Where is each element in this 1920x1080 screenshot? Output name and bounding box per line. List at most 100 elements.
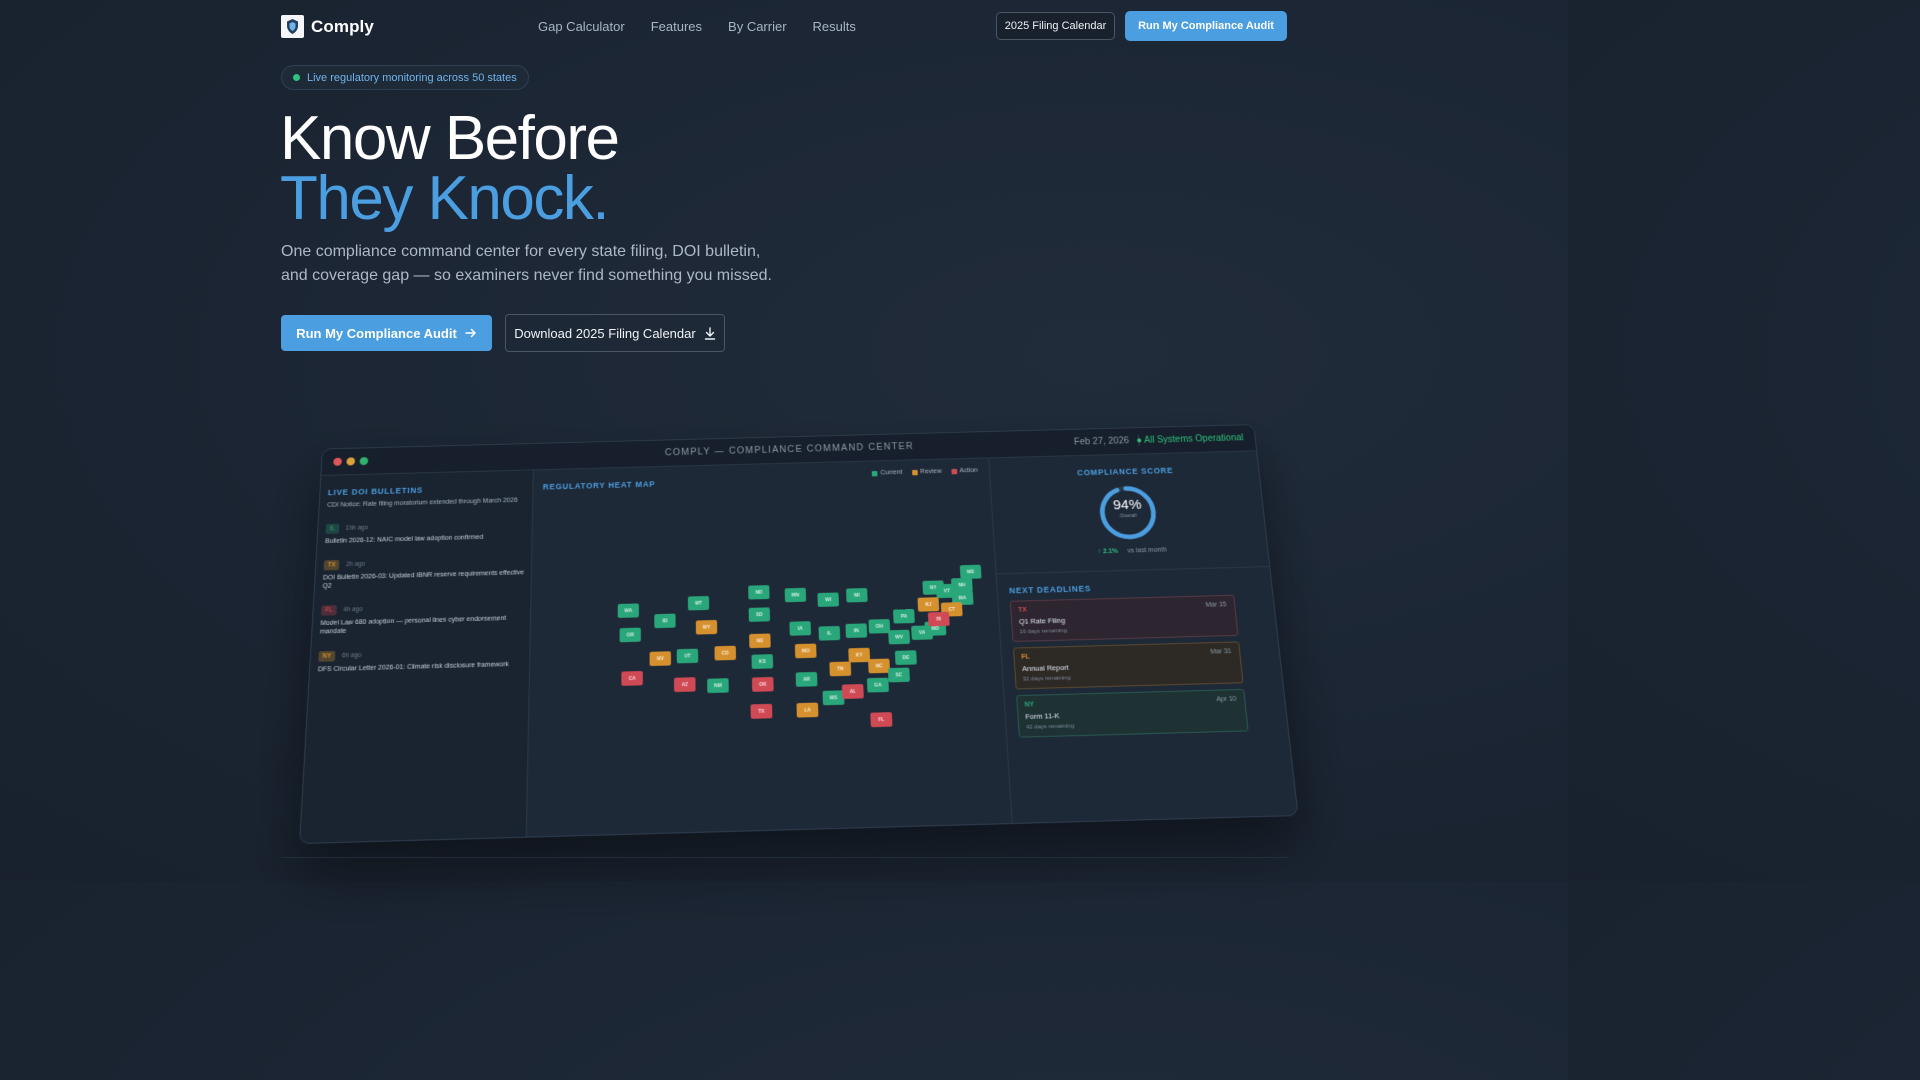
legend-item: Current <box>872 469 903 476</box>
score-trend: ↑ 2.1% vs last month <box>995 544 1269 558</box>
state-tile-oh[interactable]: OH <box>868 619 890 634</box>
state-tile-nm[interactable]: NM <box>707 678 729 693</box>
state-tile-fl[interactable]: FL <box>870 712 892 727</box>
state-tile-ri[interactable]: RI <box>928 612 950 627</box>
filing-calendar-button[interactable]: 2025 Filing Calendar <box>996 12 1115 40</box>
deadline-card[interactable]: TX Mar 15 Q1 Rate Filing 16 days remaining <box>1010 595 1239 642</box>
hero-title-line1: Know Before <box>280 106 619 172</box>
bulletin-head: NY 6h ago <box>318 646 522 662</box>
state-tile-ok[interactable]: OK <box>752 677 774 692</box>
score-panel: COMPLIANCE SCORE 94% Overall ↑ 2.1% vs l… <box>988 451 1298 825</box>
heat-map: WA MT ND MN WI MI OR ID WY SD IA IL IN OH PA NY VT NH ME MA… <box>527 458 1012 838</box>
bulletin-state-tag: FL <box>321 605 337 616</box>
bulletins-list: LIVE DOI BULLETINS CDI Notice: Rate fili… <box>318 483 526 674</box>
legend-swatch <box>872 471 878 476</box>
download-calendar-button[interactable]: Download 2025 Filing Calendar <box>505 314 725 352</box>
bulletin-state-tag: NY <box>318 651 335 662</box>
hero-subtitle: One compliance command center for every … <box>281 240 781 288</box>
state-tile-mi[interactable]: MI <box>846 588 868 602</box>
bulletin-item[interactable]: NY 6h ago DFS Circular Letter 2026-01: Cli… <box>318 646 523 674</box>
state-tile-or[interactable]: OR <box>620 628 641 643</box>
nav-link-by-carrier[interactable]: By Carrier <box>728 19 787 34</box>
bulletin-head: TX 2h ago <box>324 555 525 570</box>
deadlines-title: NEXT DEADLINES <box>1009 584 1091 595</box>
state-tile-nj[interactable]: NJ <box>917 597 939 612</box>
nav-link-results[interactable]: Results <box>813 19 856 34</box>
state-tile-nc[interactable]: NC <box>868 659 890 674</box>
panel-divider <box>997 566 1272 574</box>
state-tile-me[interactable]: ME <box>960 565 982 579</box>
deadline-card[interactable]: NY Apr 10 Form 11-K 42 days remaining <box>1016 689 1249 738</box>
legend-item: Review <box>912 468 942 475</box>
state-tile-nd[interactable]: ND <box>748 585 769 599</box>
deadline-name: Q1 Rate Filing <box>1019 612 1229 626</box>
state-tile-al[interactable]: AL <box>842 684 864 699</box>
state-tile-mn[interactable]: MN <box>785 588 806 602</box>
bulletin-item[interactable]: IL 1hh ago Bulletin 2026-12: NAIC model la… <box>325 519 525 546</box>
state-tile-wa[interactable]: WA <box>618 603 639 618</box>
bulletin-state-tag: IL <box>326 524 340 534</box>
hero-title-line2: They Knock. <box>280 166 608 232</box>
bulletin-text: Bulletin 2026-12: NAIC model law adoptio… <box>325 532 525 545</box>
state-tile-ky[interactable]: KY <box>848 648 870 663</box>
state-tile-ga[interactable]: GA <box>867 678 889 693</box>
bulletin-text: Model Law 680 adoption — personal lines … <box>320 614 524 636</box>
state-tile-mt[interactable]: MT <box>688 596 709 610</box>
state-tile-ne[interactable]: NE <box>749 633 771 648</box>
state-tile-ia[interactable]: IA <box>789 621 811 636</box>
section-divider <box>281 857 1287 858</box>
trend-text: vs last month <box>1127 547 1167 554</box>
state-tile-wy[interactable]: WY <box>696 620 717 635</box>
shield-logo-icon <box>281 15 304 38</box>
dashboard-preview: COMPLY — COMPLIANCE COMMAND CENTER Feb 2… <box>300 410 1300 840</box>
bulletin-item[interactable]: FL 4h ago Model Law 680 adoption — persona… <box>320 600 524 636</box>
nav-link-features[interactable]: Features <box>651 19 702 34</box>
state-tile-wv[interactable]: WV <box>888 630 910 645</box>
nav-audit-button[interactable]: Run My Compliance Audit <box>1125 11 1287 41</box>
state-tile-ut[interactable]: UT <box>677 649 698 664</box>
dashboard-window: COMPLY — COMPLIANCE COMMAND CENTER Feb 2… <box>299 424 1299 844</box>
state-tile-mo[interactable]: MO <box>795 644 817 659</box>
live-monitoring-text: Live regulatory monitoring across 50 sta… <box>307 72 517 84</box>
state-tile-ks[interactable]: KS <box>751 654 773 669</box>
nav-link-gap-calculator[interactable]: Gap Calculator <box>538 19 625 34</box>
state-tile-az[interactable]: AZ <box>674 677 696 692</box>
trend-up-value: ↑ 2.1% <box>1097 548 1118 555</box>
deadline-date: Apr 10 <box>1216 696 1237 703</box>
state-tile-nv[interactable]: NV <box>650 651 671 666</box>
state-tile-sd[interactable]: SD <box>749 607 770 622</box>
deadline-card[interactable]: FL Mar 31 Annual Report 32 days remaining <box>1013 641 1244 689</box>
state-tile-in[interactable]: IN <box>845 623 867 638</box>
deadline-date: Mar 15 <box>1205 602 1227 609</box>
legend-label: Current <box>880 469 902 476</box>
state-tile-il[interactable]: IL <box>818 626 840 641</box>
legend-label: Action <box>959 467 978 474</box>
bulletin-state-tag: TX <box>324 560 340 570</box>
state-tile-wi[interactable]: WI <box>817 592 839 606</box>
state-tile-de[interactable]: DE <box>895 650 917 665</box>
bulletin-item[interactable]: TX 2h ago DOI Bulletin 2026-03: Updated IB… <box>322 555 524 591</box>
legend-item: Action <box>951 467 978 474</box>
logo[interactable]: Comply <box>281 15 374 38</box>
bulletin-time: 4h ago <box>343 606 363 613</box>
bulletin-time: 2h ago <box>346 561 365 568</box>
legend-label: Review <box>920 468 942 475</box>
bulletins-panel: LIVE DOI BULLETINS CDI Notice: Rate fili… <box>300 470 534 844</box>
state-tile-ca[interactable]: CA <box>621 671 642 686</box>
state-tile-la[interactable]: LA <box>796 703 818 718</box>
deadline-remaining: 42 days remaining <box>1026 719 1240 731</box>
bulletin-time: 1hh ago <box>345 525 368 532</box>
bulletin-time: 6h ago <box>342 652 362 659</box>
bulletin-head: FL 4h ago <box>321 600 524 616</box>
state-tile-sc[interactable]: SC <box>888 668 910 683</box>
score-value: 94% <box>1097 497 1157 514</box>
status-dot-icon <box>293 74 300 81</box>
state-tile-co[interactable]: CO <box>714 646 736 661</box>
state-tile-pa[interactable]: PA <box>893 609 915 624</box>
state-tile-tx[interactable]: TX <box>751 704 773 719</box>
state-tile-tn[interactable]: TN <box>829 662 851 677</box>
state-tile-ar[interactable]: AR <box>796 672 818 687</box>
run-audit-button[interactable]: Run My Compliance Audit <box>281 315 492 351</box>
top-nav: Comply Gap Calculator Features By Carrie… <box>281 11 1287 41</box>
state-tile-id[interactable]: ID <box>654 614 675 629</box>
